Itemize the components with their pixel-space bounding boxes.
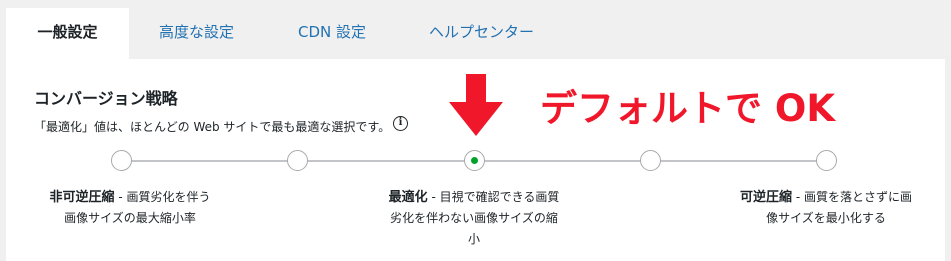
slider-stop-optimized[interactable]	[464, 150, 485, 171]
slider-stop-2[interactable]	[287, 150, 308, 171]
down-arrow-icon	[449, 74, 503, 136]
section-description: 「最適化」値は、ほとんどの Web サイトで最も最適な選択です。	[34, 120, 391, 134]
option-desc-2: 画像サイズの最大縮小率	[64, 211, 196, 225]
tab-advanced-settings[interactable]: 高度な設定	[159, 8, 234, 59]
option-desc-2: 劣化を伴わない画像サイズの縮	[390, 211, 558, 225]
slider-stop-4[interactable]	[640, 150, 661, 171]
option-name: 最適化	[388, 190, 428, 205]
option-desc-1: - 画質を落とさずに画	[792, 190, 912, 204]
option-name: 可逆圧縮	[740, 190, 793, 205]
option-optimized-label: 最適化 - 目視で確認できる画質 劣化を伴わない画像サイズの縮 小	[374, 187, 574, 250]
tab-cdn-settings[interactable]: CDN 設定	[298, 8, 366, 59]
settings-panel: コンバージョン戦略 「最適化」値は、ほとんどの Web サイトで最も最適な選択で…	[6, 59, 945, 261]
selected-dot	[470, 156, 478, 164]
option-lossy-label: 非可逆圧縮 - 画質劣化を伴う 画像サイズの最大縮小率	[30, 187, 230, 229]
option-desc-3: 小	[467, 232, 480, 246]
option-desc-1: - 画質劣化を伴う	[114, 190, 211, 204]
tab-bar: 一般設定 高度な設定 CDN 設定 ヘルプセンター	[0, 0, 951, 59]
slider-stop-lossless[interactable]	[816, 150, 837, 171]
option-desc-1: - 目視で確認できる画質	[427, 190, 560, 204]
info-icon[interactable]: i	[393, 116, 408, 131]
option-desc-2: 像サイズを最小化する	[766, 211, 886, 225]
slider-stop-lossy[interactable]	[111, 150, 132, 171]
option-lossless-label: 可逆圧縮 - 画質を落とさずに画 像サイズを最小化する	[718, 187, 934, 229]
tab-help-center[interactable]: ヘルプセンター	[429, 8, 534, 59]
default-ok-annotation: デフォルトで OK	[540, 87, 836, 130]
tab-general-settings[interactable]: 一般設定	[6, 8, 129, 59]
option-name: 非可逆圧縮	[49, 190, 115, 205]
section-title: コンバージョン戦略	[34, 89, 178, 108]
